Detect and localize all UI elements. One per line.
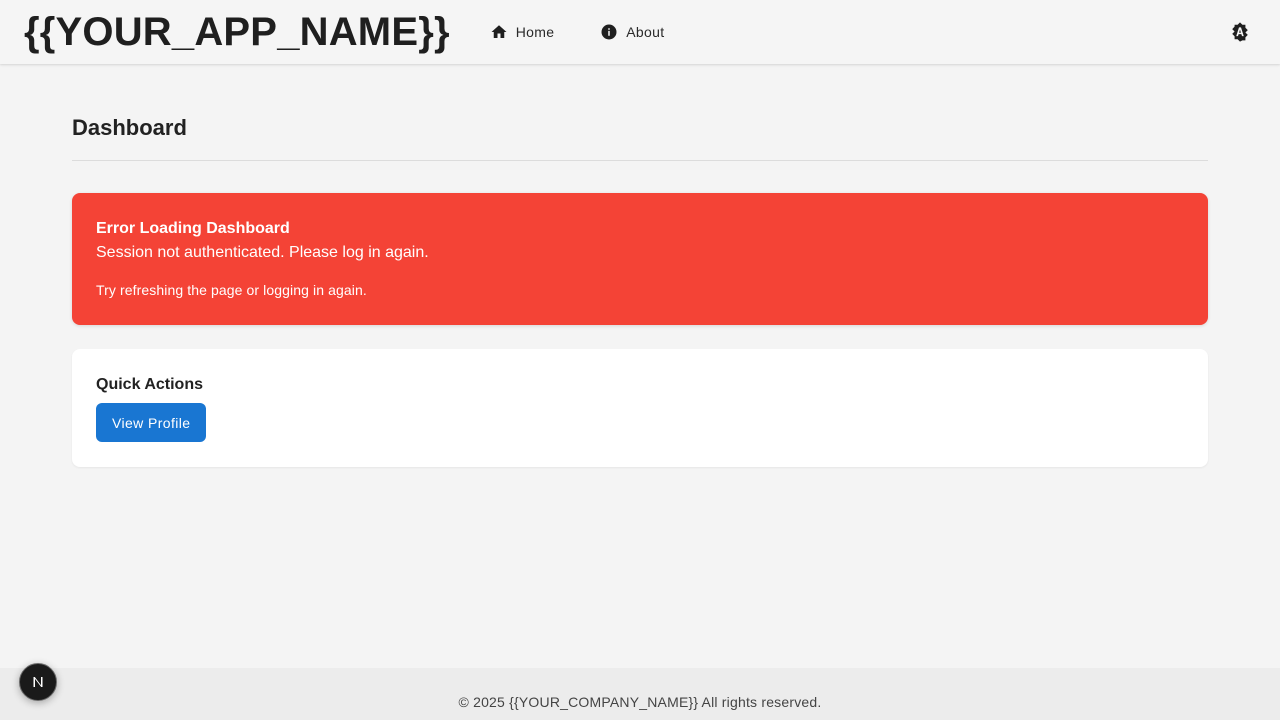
nav-about-label: About [626,24,665,40]
footer: © 2025 {{YOUR_COMPANY_NAME}} All rights … [0,668,1280,720]
quick-actions-card: Quick Actions View Profile [72,349,1208,467]
app-title[interactable]: {{YOUR_APP_NAME}} [24,12,450,52]
home-icon [490,23,508,41]
error-title: Error Loading Dashboard [96,220,290,237]
nav-home-label: Home [515,24,555,40]
view-profile-button[interactable]: View Profile [96,403,207,442]
copyright-text: © 2025 {{YOUR_COMPANY_NAME}} All rights … [458,694,822,710]
main-nav: Home About [478,14,699,50]
error-message: Session not authenticated. Please log in… [96,244,429,261]
title-divider [72,160,1208,161]
error-alert: Error Loading Dashboard Session not auth… [72,193,1208,325]
nav-about-link[interactable]: About [588,14,676,50]
app-bar: {{YOUR_APP_NAME}} Home About [0,0,1280,64]
page-title: Dashboard [72,115,187,140]
theme-toggle-button[interactable] [1228,20,1252,44]
brightness-auto-icon [1229,21,1251,43]
quick-actions-title: Quick Actions [96,376,203,393]
nextjs-logo-icon [30,674,46,690]
nav-home-link[interactable]: Home [478,14,567,50]
main-content: Dashboard Error Loading Dashboard Sessio… [72,64,1208,467]
error-hint: Try refreshing the page or logging in ag… [96,282,367,298]
nextjs-dev-tools-button[interactable] [19,663,57,701]
info-icon [600,23,618,41]
